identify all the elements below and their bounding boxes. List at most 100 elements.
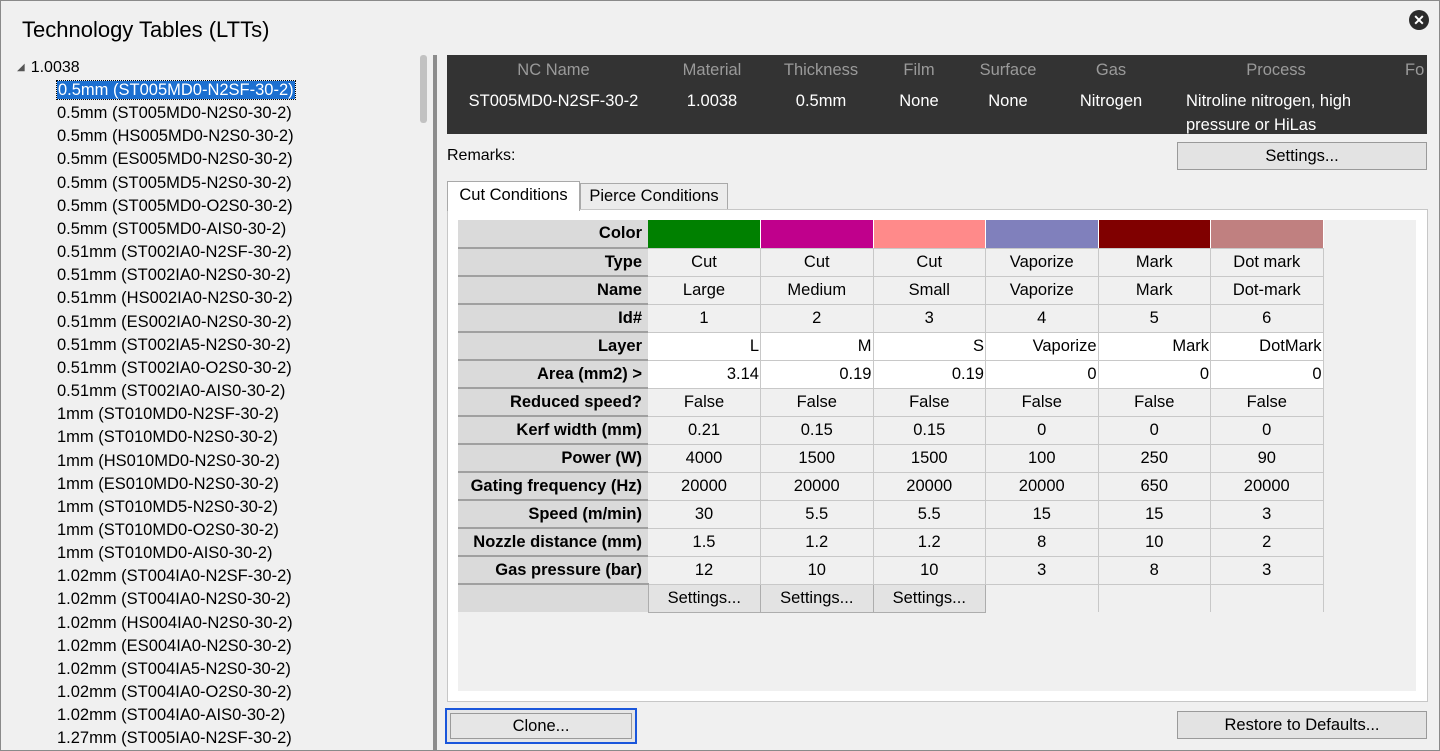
cell-kerf[interactable]: 0 [1098, 416, 1211, 445]
cell-type[interactable]: Cut [760, 248, 874, 277]
cell-gas[interactable]: 3 [1210, 556, 1324, 585]
column-settings-button[interactable]: Settings... [760, 583, 874, 613]
cell-nozzle[interactable]: 1.2 [760, 528, 874, 557]
cell-gas[interactable]: 10 [760, 556, 874, 585]
cell-nozzle[interactable]: 2 [1210, 528, 1324, 557]
tree-item[interactable]: 0.51mm (ES002IA0-N2S0-30-2) [55, 311, 297, 334]
cell-power[interactable]: 100 [985, 444, 1099, 473]
cell-gating[interactable]: 20000 [648, 472, 761, 501]
cell-type[interactable]: Mark [1098, 248, 1211, 277]
tree-item[interactable]: 0.5mm (ST005MD0-N2S0-30-2) [55, 102, 297, 125]
cell-speed[interactable]: 15 [1098, 500, 1211, 529]
color-swatch[interactable] [760, 220, 874, 249]
collapse-arrow-icon[interactable]: ◢ [17, 62, 25, 73]
cell-kerf[interactable]: 0 [985, 416, 1099, 445]
cell-power[interactable]: 4000 [648, 444, 761, 473]
panel-splitter[interactable] [433, 55, 437, 750]
cell-layer[interactable]: M [760, 332, 874, 361]
tree-item[interactable]: 0.51mm (ST002IA0-N2SF-30-2) [55, 241, 297, 264]
cell-area[interactable]: 0 [1210, 360, 1324, 389]
tree-item[interactable]: 0.5mm (ST005MD0-AIS0-30-2) [55, 218, 297, 241]
color-swatch[interactable] [648, 220, 761, 249]
color-swatch[interactable] [1210, 220, 1324, 249]
cell-name[interactable]: Vaporize [985, 276, 1099, 305]
cell-layer[interactable]: S [873, 332, 986, 361]
cell-kerf[interactable]: 0.15 [760, 416, 874, 445]
cell-layer[interactable]: DotMark [1210, 332, 1324, 361]
cell-layer[interactable]: Mark [1098, 332, 1211, 361]
cell-area[interactable]: 0.19 [873, 360, 986, 389]
cell-name[interactable]: Mark [1098, 276, 1211, 305]
cell-gating[interactable]: 20000 [873, 472, 986, 501]
cell-gas[interactable]: 10 [873, 556, 986, 585]
cell-gating[interactable]: 20000 [760, 472, 874, 501]
tree-item[interactable]: 0.5mm (HS005MD0-N2S0-30-2) [55, 125, 297, 148]
cell-speed[interactable]: 5.5 [760, 500, 874, 529]
tree-item[interactable]: 1mm (ES010MD0-N2S0-30-2) [55, 473, 297, 496]
cell-speed[interactable]: 5.5 [873, 500, 986, 529]
cell-area[interactable]: 3.14 [648, 360, 761, 389]
cell-gating[interactable]: 650 [1098, 472, 1211, 501]
cell-kerf[interactable]: 0.21 [648, 416, 761, 445]
color-swatch[interactable] [985, 220, 1099, 249]
tab-cut-conditions[interactable]: Cut Conditions [447, 181, 580, 211]
column-settings-button[interactable]: Settings... [647, 583, 761, 613]
cell-area[interactable]: 0 [1098, 360, 1211, 389]
cell-kerf[interactable]: 0.15 [873, 416, 986, 445]
tree-item[interactable]: 1mm (ST010MD0-N2SF-30-2) [55, 403, 297, 426]
tree-item[interactable]: 0.5mm (ST005MD0-O2S0-30-2) [55, 195, 297, 218]
cell-type[interactable]: Cut [648, 248, 761, 277]
cell-gas[interactable]: 3 [985, 556, 1099, 585]
cell-gas[interactable]: 12 [648, 556, 761, 585]
close-icon[interactable]: ✕ [1409, 10, 1429, 30]
cell-type[interactable]: Vaporize [985, 248, 1099, 277]
cell-reduced[interactable]: False [873, 388, 986, 417]
color-swatch[interactable] [1098, 220, 1211, 249]
tree-item[interactable]: 1.02mm (ST004IA0-O2S0-30-2) [55, 681, 297, 704]
tree-item[interactable]: 0.51mm (ST002IA0-AIS0-30-2) [55, 380, 297, 403]
tree-item[interactable]: 1.02mm (HS004IA0-N2S0-30-2) [55, 612, 297, 635]
tab-pierce-conditions[interactable]: Pierce Conditions [580, 183, 728, 210]
tree-item[interactable]: 0.51mm (ST002IA0-N2S0-30-2) [55, 264, 297, 287]
tree-item[interactable]: 1.02mm (ST004IA5-N2S0-30-2) [55, 658, 297, 681]
cell-id[interactable]: 4 [985, 304, 1099, 333]
tree-item[interactable]: 1mm (HS010MD0-N2S0-30-2) [55, 450, 297, 473]
cell-gating[interactable]: 20000 [1210, 472, 1324, 501]
tree-item[interactable]: 1.02mm (ST004IA0-AIS0-30-2) [55, 704, 297, 727]
cell-speed[interactable]: 3 [1210, 500, 1324, 529]
cell-nozzle[interactable]: 8 [985, 528, 1099, 557]
cell-reduced[interactable]: False [1210, 388, 1324, 417]
tree-item[interactable]: 1mm (ST010MD5-N2S0-30-2) [55, 496, 297, 519]
column-settings-button[interactable]: Settings... [872, 583, 986, 613]
cell-name[interactable]: Small [873, 276, 986, 305]
tree-item[interactable]: 1.27mm (ST005IA0-N2SF-30-2) [55, 727, 297, 750]
cell-layer[interactable]: Vaporize [985, 332, 1099, 361]
tree-item[interactable]: 0.51mm (ST002IA5-N2S0-30-2) [55, 334, 297, 357]
cell-power[interactable]: 1500 [760, 444, 874, 473]
tree-root-node[interactable]: ◢ 1.0038 [17, 59, 80, 77]
tree-item[interactable]: 0.5mm (ST005MD0-N2SF-30-2) [55, 79, 297, 102]
color-swatch[interactable] [873, 220, 986, 249]
cell-gating[interactable]: 20000 [985, 472, 1099, 501]
tree-item[interactable]: 0.51mm (HS002IA0-N2S0-30-2) [55, 287, 297, 310]
tree-scrollbar-thumb[interactable] [420, 55, 427, 123]
cell-gas[interactable]: 8 [1098, 556, 1211, 585]
cell-id[interactable]: 6 [1210, 304, 1324, 333]
tree-item[interactable]: 1.02mm (ST004IA0-N2SF-30-2) [55, 565, 297, 588]
cell-reduced[interactable]: False [985, 388, 1099, 417]
tree-item[interactable]: 0.5mm (ST005MD5-N2S0-30-2) [55, 172, 297, 195]
cell-id[interactable]: 5 [1098, 304, 1211, 333]
cell-power[interactable]: 90 [1210, 444, 1324, 473]
cell-speed[interactable]: 30 [648, 500, 761, 529]
settings-button[interactable]: Settings... [1177, 142, 1427, 170]
cell-reduced[interactable]: False [760, 388, 874, 417]
tree-item[interactable]: 1.02mm (ST004IA0-N2S0-30-2) [55, 588, 297, 611]
cell-name[interactable]: Medium [760, 276, 874, 305]
cell-nozzle[interactable]: 1.2 [873, 528, 986, 557]
tree-item[interactable]: 1.02mm (ES004IA0-N2S0-30-2) [55, 635, 297, 658]
cell-layer[interactable]: L [648, 332, 761, 361]
cell-id[interactable]: 3 [873, 304, 986, 333]
clone-button[interactable]: Clone... [445, 708, 637, 744]
tree-item[interactable]: 1mm (ST010MD0-AIS0-30-2) [55, 542, 297, 565]
cell-nozzle[interactable]: 10 [1098, 528, 1211, 557]
